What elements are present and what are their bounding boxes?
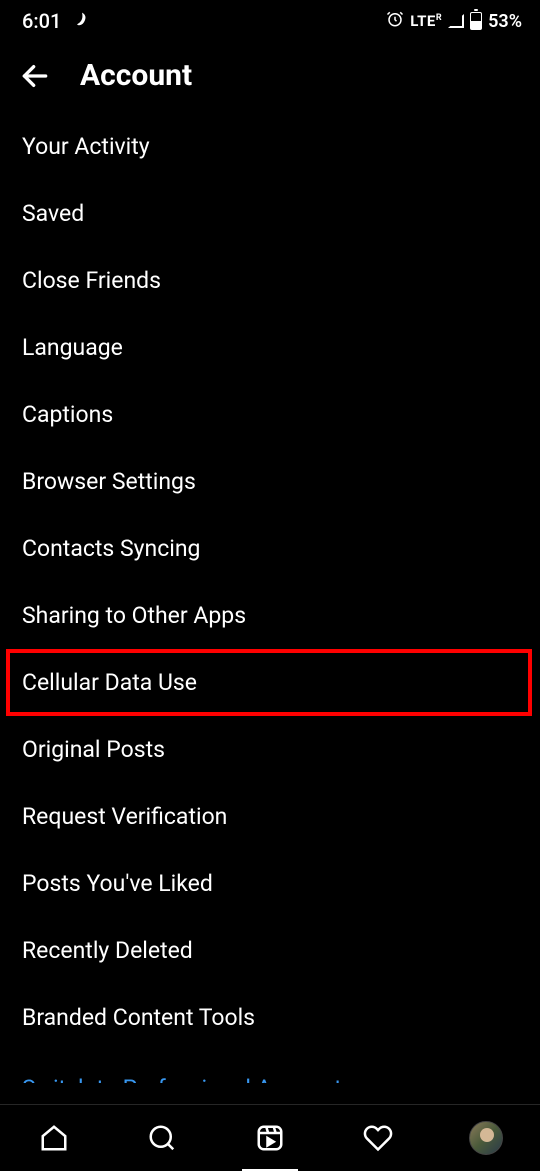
bottom-nav [0, 1104, 540, 1170]
network-type: LTER [410, 12, 442, 30]
nav-activity[interactable] [358, 1118, 398, 1158]
nav-profile[interactable] [466, 1118, 506, 1158]
alarm-icon [386, 10, 404, 33]
menu-item-your-activity[interactable]: Your Activity [0, 113, 540, 180]
menu-item-recently-deleted[interactable]: Recently Deleted [0, 917, 540, 984]
menu-item-switch-professional[interactable]: Switch to Professional Account [0, 1051, 540, 1083]
menu-item-cellular-data-use[interactable]: Cellular Data Use [6, 649, 532, 716]
signal-icon [448, 14, 464, 28]
menu-item-posts-liked[interactable]: Posts You've Liked [0, 850, 540, 917]
status-time: 6:01 [22, 9, 61, 33]
header: Account [0, 40, 540, 113]
menu-item-contacts-syncing[interactable]: Contacts Syncing [0, 515, 540, 582]
menu-item-captions[interactable]: Captions [0, 381, 540, 448]
battery-percent: 53% [488, 11, 522, 32]
battery-icon [470, 12, 482, 30]
nav-reels[interactable] [250, 1118, 290, 1158]
status-right: LTER 53% [386, 10, 522, 33]
back-button[interactable] [18, 59, 52, 93]
menu-item-branded-content-tools[interactable]: Branded Content Tools [0, 984, 540, 1051]
menu-item-saved[interactable]: Saved [0, 180, 540, 247]
nav-home[interactable] [34, 1118, 74, 1158]
menu-item-language[interactable]: Language [0, 314, 540, 381]
menu-item-browser-settings[interactable]: Browser Settings [0, 448, 540, 515]
status-left: 6:01 [22, 9, 93, 33]
menu-list: Your Activity Saved Close Friends Langua… [0, 113, 540, 1083]
avatar [469, 1121, 503, 1155]
carrier-icon [71, 10, 93, 32]
nav-search[interactable] [142, 1118, 182, 1158]
menu-item-original-posts[interactable]: Original Posts [0, 716, 540, 783]
page-title: Account [80, 58, 192, 93]
status-bar: 6:01 LTER 53% [0, 0, 540, 40]
menu-item-request-verification[interactable]: Request Verification [0, 783, 540, 850]
menu-item-sharing-other-apps[interactable]: Sharing to Other Apps [0, 582, 540, 649]
menu-item-close-friends[interactable]: Close Friends [0, 247, 540, 314]
